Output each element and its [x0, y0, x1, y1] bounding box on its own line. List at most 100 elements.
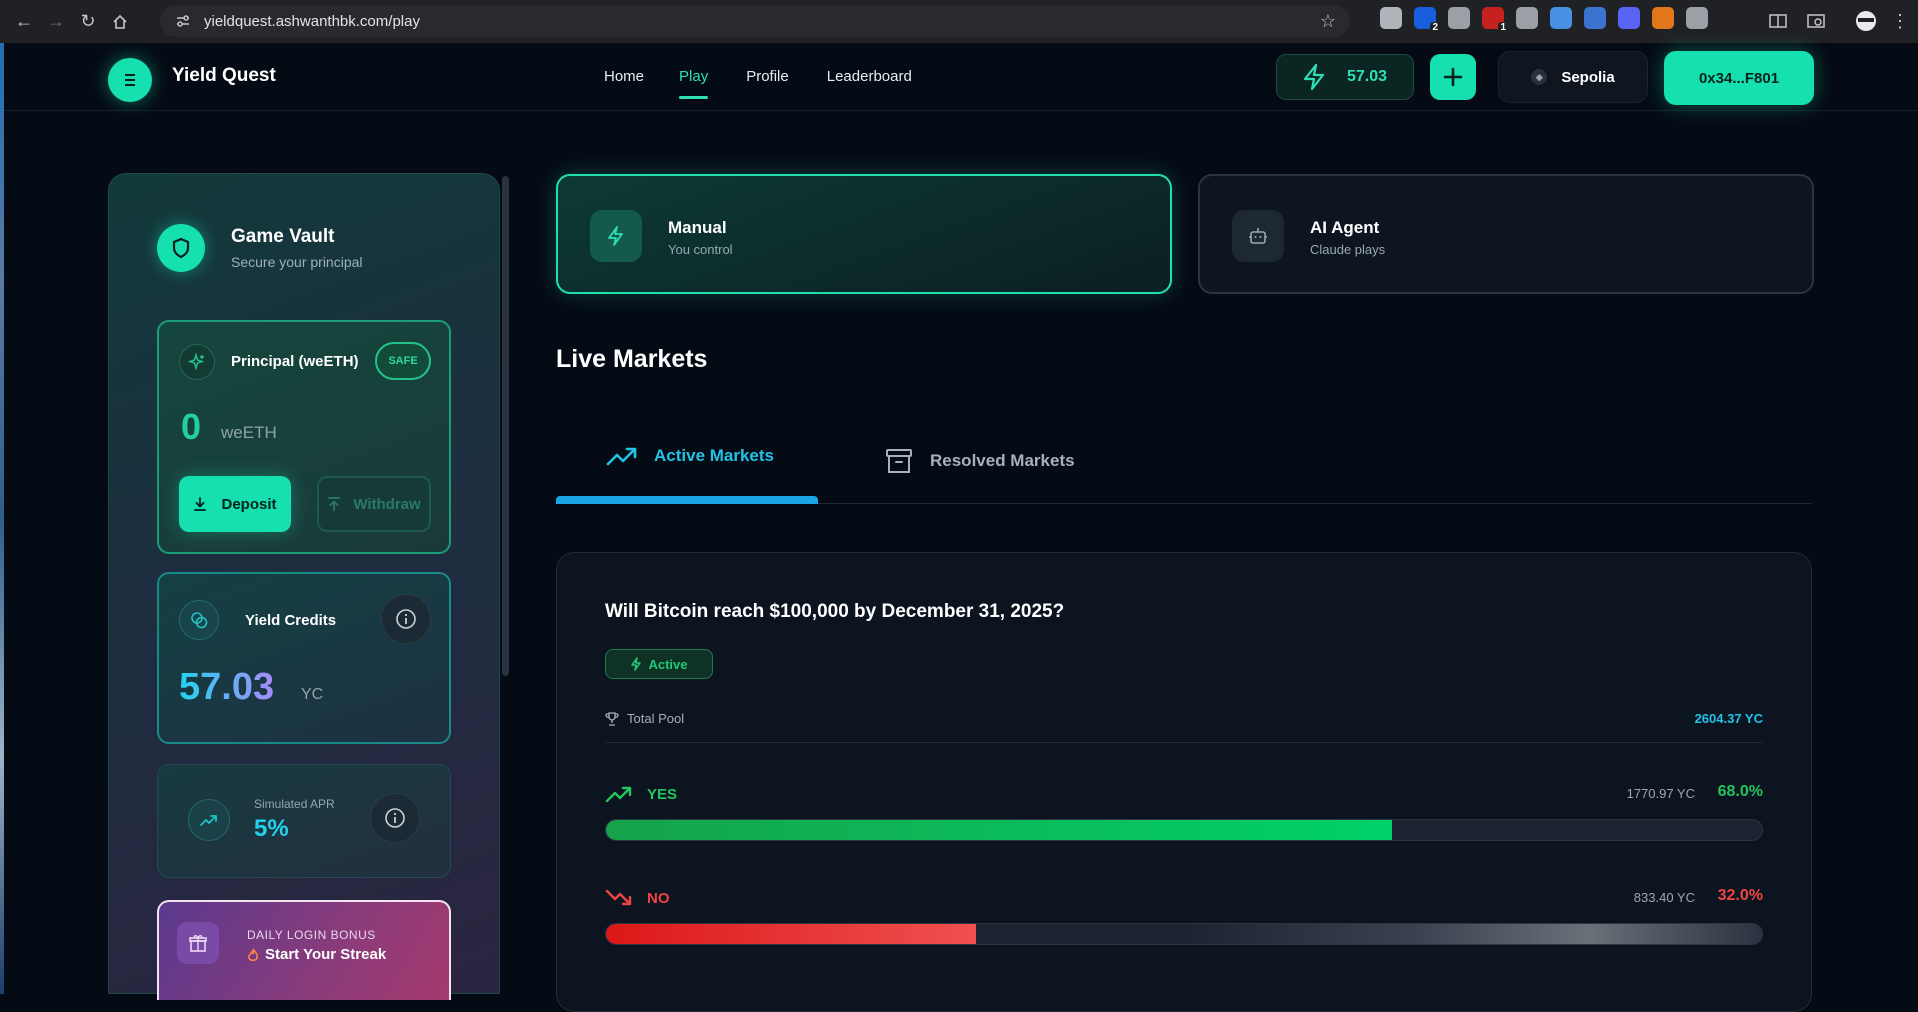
- daily-bonus-card[interactable]: DAILY LOGIN BONUS Start Your Streak: [157, 900, 451, 1000]
- menu-button[interactable]: [108, 58, 152, 102]
- trending-up-icon: [605, 786, 632, 803]
- trending-down-icon: [605, 889, 632, 906]
- mode-manual-card[interactable]: Manual You control: [556, 174, 1172, 294]
- outcome-yes-amount: 1770.97 YC: [1626, 786, 1695, 801]
- download-icon: [194, 497, 207, 511]
- info-icon: [385, 808, 405, 828]
- game-vault-panel: Game Vault Secure your principal Princip…: [108, 173, 500, 1000]
- reading-list-icon[interactable]: [1762, 5, 1794, 37]
- brand-name: Yield Quest: [172, 65, 276, 86]
- profile-avatar-icon[interactable]: [1850, 5, 1882, 37]
- tab-search-icon[interactable]: [1800, 5, 1832, 37]
- yield-info-button[interactable]: [381, 594, 431, 644]
- trending-up-icon: [606, 447, 637, 466]
- chat-ext-icon[interactable]: [1618, 7, 1640, 29]
- principal-label: Principal (weETH): [231, 353, 359, 370]
- tab-resolved-markets[interactable]: Resolved Markets: [884, 446, 1075, 476]
- yield-credits-amount: 57.03: [179, 666, 275, 708]
- tab-resolved-label: Resolved Markets: [930, 451, 1075, 470]
- slash-ext-icon[interactable]: [1516, 7, 1538, 29]
- nav-link-home[interactable]: Home: [604, 68, 644, 85]
- puzzle-ext-icon[interactable]: [1686, 7, 1708, 29]
- active-tab-indicator: [556, 496, 818, 504]
- bookmark-ext-icon[interactable]: [1550, 7, 1572, 29]
- upload-icon: [328, 497, 341, 511]
- mode-manual-title: Manual: [668, 218, 727, 237]
- market-question: Will Bitcoin reach $100,000 by December …: [605, 601, 1065, 622]
- bookmark-star-icon[interactable]: ☆: [1320, 11, 1336, 32]
- gift-icon: [177, 922, 219, 964]
- fox-ext-icon[interactable]: [1652, 7, 1674, 29]
- bitwarden-ext-icon[interactable]: 2: [1414, 7, 1440, 33]
- add-credits-button[interactable]: [1430, 54, 1476, 100]
- outcome-yes-label: YES: [647, 785, 678, 803]
- principal-amount: 0: [181, 406, 202, 447]
- extensions-bar: 21: [1380, 7, 1708, 33]
- reload-icon[interactable]: ↻: [72, 6, 104, 38]
- apr-info-button[interactable]: [370, 793, 420, 843]
- outcome-no-percent: 32.0%: [1717, 887, 1763, 904]
- mode-ai-card[interactable]: AI Agent Claude plays: [1198, 174, 1814, 294]
- menu-icon[interactable]: ⋮: [1884, 5, 1916, 37]
- red-ext-icon[interactable]: 1: [1482, 7, 1508, 33]
- network-name: Sepolia: [1561, 68, 1615, 86]
- mode-ai-title: AI Agent: [1310, 218, 1380, 237]
- nav-link-leaderboard[interactable]: Leaderboard: [827, 68, 912, 85]
- home-icon[interactable]: [104, 6, 136, 38]
- deposit-label: Deposit: [221, 495, 277, 513]
- extension-badge: 2: [1430, 22, 1440, 33]
- extension-badge: 1: [1498, 22, 1508, 33]
- market-tabs: Active Markets Resolved Markets: [556, 430, 1812, 504]
- deposit-button[interactable]: Deposit: [179, 476, 291, 532]
- market-card[interactable]: Will Bitcoin reach $100,000 by December …: [556, 552, 1812, 1012]
- forward-icon[interactable]: →: [40, 6, 72, 38]
- nav-link-play[interactable]: Play: [679, 68, 709, 99]
- flame-icon: [248, 948, 258, 961]
- status-text: Active: [648, 656, 688, 672]
- bot-icon: [1232, 210, 1284, 262]
- tab-active-markets[interactable]: Active Markets: [606, 446, 774, 466]
- outcome-yes[interactable]: YES 1770.97 YC 68.0%: [605, 781, 1763, 841]
- bonus-title: Start Your Streak: [247, 946, 386, 963]
- credits-balance[interactable]: 57.03: [1276, 54, 1414, 100]
- tab-active-label: Active Markets: [654, 446, 775, 465]
- plus-icon: [1443, 67, 1463, 87]
- withdraw-label: Withdraw: [353, 495, 421, 513]
- vault-header: Game Vault Secure your principal: [157, 224, 363, 272]
- browser-toolbar: ← → ↻ yieldquest.ashwanthbk.com/play ☆ 2…: [0, 0, 1918, 43]
- outcome-no-amount: 833.40 YC: [1633, 890, 1695, 905]
- principal-card: Principal (weETH) SAFE 0 weETH Deposit W…: [157, 320, 451, 554]
- wallet-button[interactable]: 0x34...F801: [1664, 51, 1814, 105]
- address-bar[interactable]: yieldquest.ashwanthbk.com/play ☆: [160, 5, 1350, 37]
- lightning-icon: [1303, 63, 1325, 91]
- main-nav: Home Play Profile Leaderboard: [604, 68, 912, 99]
- no-progress-track: [605, 923, 1763, 945]
- total-pool-label: Total Pool: [605, 711, 684, 726]
- shield-icon: [157, 224, 205, 272]
- yes-progress-track: [605, 819, 1763, 841]
- lightning-icon: [590, 210, 642, 262]
- yield-credits-card: Yield Credits 57.03 YC: [157, 572, 451, 744]
- vault-title: Game Vault: [231, 226, 335, 247]
- nav-link-profile[interactable]: Profile: [746, 68, 789, 85]
- credits-value: 57.03: [1347, 68, 1388, 85]
- feather-ext-icon[interactable]: [1448, 7, 1470, 29]
- apr-value: 5%: [254, 815, 289, 842]
- profile-ext-icon[interactable]: [1380, 7, 1402, 29]
- outcome-no[interactable]: NO 833.40 YC 32.0%: [605, 885, 1763, 945]
- info-icon: [396, 609, 416, 629]
- network-selector[interactable]: ◆ Sepolia: [1498, 51, 1648, 103]
- apr-label: Simulated APR: [254, 797, 335, 811]
- trophy-icon: [605, 711, 619, 726]
- yes-progress-fill: [606, 820, 1393, 840]
- trending-up-icon: [188, 799, 230, 841]
- bonus-label: DAILY LOGIN BONUS: [247, 928, 376, 942]
- withdraw-button[interactable]: Withdraw: [317, 476, 431, 532]
- sidebar-scrollbar[interactable]: [502, 176, 509, 676]
- window-ext-icon[interactable]: [1584, 7, 1606, 29]
- back-icon[interactable]: ←: [8, 6, 40, 38]
- archive-icon: [886, 449, 912, 473]
- site-settings-icon[interactable]: [174, 12, 192, 30]
- live-markets-heading: Live Markets: [556, 345, 708, 373]
- no-progress-fill: [606, 924, 976, 944]
